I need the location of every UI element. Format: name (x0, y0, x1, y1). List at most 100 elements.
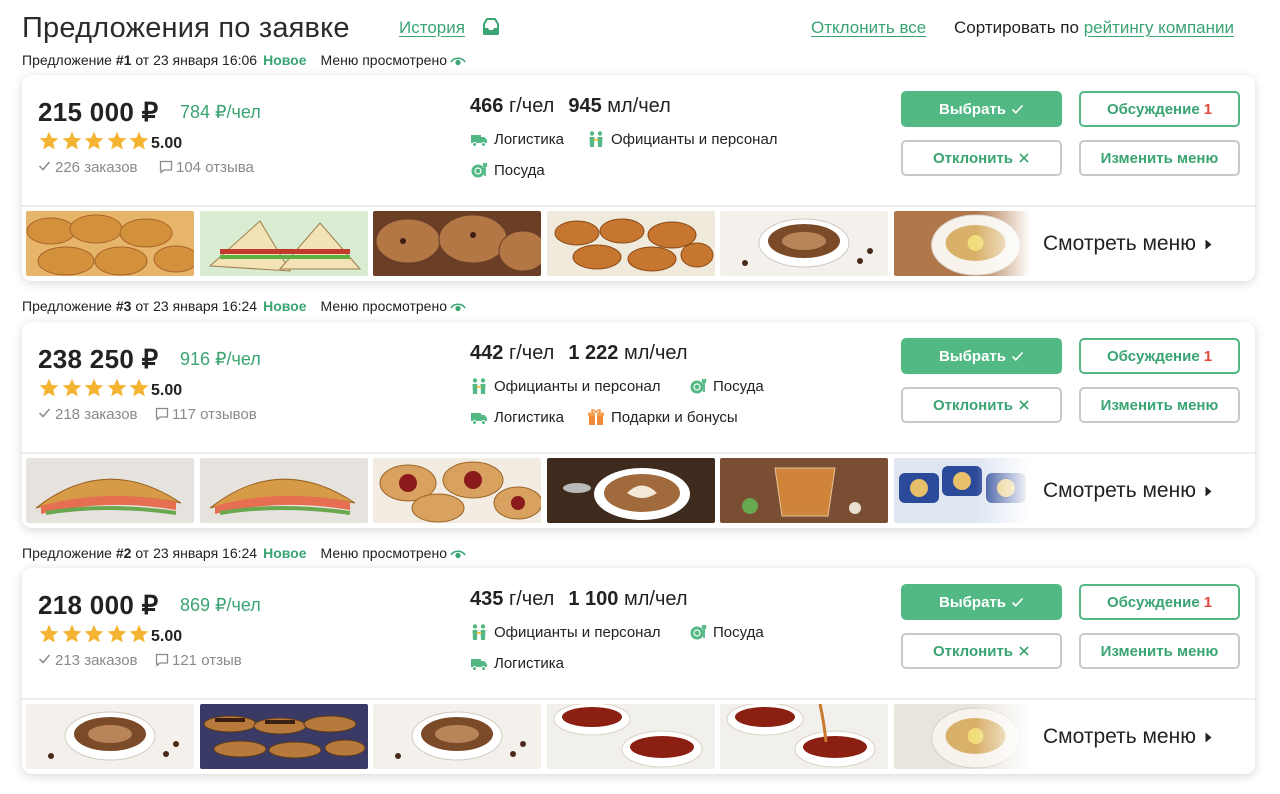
menu-photo-cappuccino[interactable] (26, 704, 194, 769)
reviews-link[interactable]: 117 отзывов (155, 406, 257, 423)
portion-info: 466 г/чел 945 мл/чел (470, 95, 671, 118)
menu-photo-latte-art[interactable] (546, 458, 715, 523)
volume-unit: мл/чел (623, 588, 688, 610)
volume-value: 945 (568, 95, 602, 117)
status-badge: Новое (263, 298, 307, 314)
truck-icon (471, 659, 487, 671)
star-icon (39, 131, 59, 150)
menu-photo-tea-glass[interactable] (720, 458, 888, 523)
history-link[interactable]: История (399, 18, 465, 38)
offer-number: #3 (115, 298, 132, 314)
reject-button[interactable]: Отклонить (901, 633, 1062, 669)
choose-button[interactable]: Выбрать (901, 91, 1062, 127)
menu-photo-cappuccino[interactable] (373, 704, 541, 769)
menu-photo-eclairs[interactable] (199, 704, 368, 769)
feature-item: Логистика (470, 408, 564, 428)
offer-summary: 238 250 ₽ 916 ₽/чел 5.00 218 заказов 117 отз… (22, 322, 1255, 452)
eye-icon (450, 550, 466, 559)
feature-label: Официанты и персонал (494, 624, 661, 641)
menu-viewed-label: Меню просмотрено (320, 298, 448, 314)
reject-label: Отклонить (932, 396, 1014, 414)
menu-photo-croissant-sandwich[interactable] (26, 458, 194, 523)
feature-label: Посуда (713, 378, 764, 395)
reject-button[interactable]: Отклонить (901, 140, 1062, 176)
menu-photo-club-sandwiches[interactable] (199, 211, 368, 276)
offer-meta: Предложение #3 от 23 января 16:24 Новое Ме… (22, 298, 466, 314)
change-menu-button[interactable]: Изменить меню (1079, 633, 1240, 669)
card-divider (22, 698, 1255, 700)
menu-photo-muffins[interactable] (373, 211, 541, 276)
star-icon (62, 624, 81, 643)
menu-photo-coffee-cup[interactable] (720, 211, 888, 276)
sort-dropdown-link[interactable]: рейтингу компании (1084, 18, 1234, 37)
menu-photo-chicken-croissant[interactable] (199, 458, 368, 523)
menu-photo-baked-pies[interactable] (546, 211, 715, 276)
reviews-label: 121 отзыв (172, 652, 242, 669)
feature-label: Посуда (713, 624, 764, 641)
star-icon (107, 131, 126, 150)
volume-value: 1 100 (568, 588, 619, 610)
menu-photo-tea-pouring[interactable] (720, 704, 888, 769)
total-price: 215 000 ₽ (38, 97, 159, 127)
feature-label: Подарки и бонусы (611, 409, 738, 426)
choose-label: Выбрать (939, 593, 1006, 611)
portion-info: 442 г/чел 1 222 мл/чел (470, 342, 688, 365)
see-menu-link[interactable]: Смотреть меню (1043, 232, 1213, 256)
star-icon (129, 378, 149, 397)
change-menu-button[interactable]: Изменить меню (1079, 387, 1240, 423)
choose-button[interactable]: Выбрать (901, 584, 1062, 620)
reviews-link[interactable]: 104 отзыва (159, 159, 254, 176)
page-title: Предложения по заявке (22, 12, 350, 44)
feature-label: Логистика (494, 131, 565, 148)
truck-icon (471, 135, 487, 147)
reject-label: Отклонить (932, 149, 1014, 167)
chevron-right-icon (1205, 732, 1212, 743)
choose-button[interactable]: Выбрать (901, 338, 1062, 374)
comment-icon (155, 407, 169, 421)
offer-date: от 23 января 16:06 (135, 52, 258, 68)
menu-photo-croissants[interactable] (26, 211, 194, 276)
feature-label: Посуда (494, 162, 545, 179)
menu-viewed-label: Меню просмотрено (320, 545, 448, 561)
change-menu-label: Изменить меню (1100, 396, 1219, 414)
discussion-label: Обсуждение (1106, 100, 1200, 118)
menu-photo-tea-cup-white[interactable] (893, 704, 1030, 769)
dishes-icon (690, 625, 707, 640)
feature-item: Официанты и персонал (470, 623, 661, 643)
see-menu-link[interactable]: Смотреть меню (1043, 725, 1213, 749)
star-icon (39, 624, 59, 643)
discussion-button[interactable]: Обсуждение 1 (1079, 584, 1240, 620)
eye-icon (450, 57, 466, 66)
change-menu-button[interactable]: Изменить меню (1079, 140, 1240, 176)
menu-photo-packaged-snacks[interactable] (893, 458, 1030, 523)
weight-unit: г/чел (508, 95, 555, 117)
orders-count: 213 заказов (38, 652, 138, 669)
inbox-icon[interactable] (480, 16, 502, 38)
menu-photos (26, 458, 1035, 523)
price-per-person: 784 ₽/чел (180, 102, 261, 122)
card-divider (22, 205, 1255, 207)
menu-photo-jam-pastries[interactable] (373, 458, 541, 523)
menu-photo-tea-cups[interactable] (546, 704, 715, 769)
see-menu-link[interactable]: Смотреть меню (1043, 479, 1213, 503)
reviews-link[interactable]: 121 отзыв (155, 652, 242, 669)
discussion-button[interactable]: Обсуждение 1 (1079, 338, 1240, 374)
discussion-count: 1 (1203, 593, 1213, 611)
feature-item: Посуда (689, 623, 764, 643)
menu-photo-tea-cup[interactable] (893, 211, 1030, 276)
discussion-count: 1 (1203, 347, 1213, 365)
offer-date: от 23 января 16:24 (135, 298, 258, 314)
offer-card: 238 250 ₽ 916 ₽/чел 5.00 218 заказов 117 отз… (22, 322, 1255, 528)
reject-button[interactable]: Отклонить (901, 387, 1062, 423)
discussion-button[interactable]: Обсуждение 1 (1079, 91, 1240, 127)
sort-control: Сортировать по рейтингу компании (954, 18, 1234, 38)
weight-value: 435 (470, 588, 504, 610)
check-icon (1011, 597, 1024, 607)
dishes-icon (690, 379, 707, 394)
rating-value: 5.00 (151, 628, 183, 645)
weight-value: 466 (470, 95, 504, 117)
feature-item: Посуда (689, 377, 764, 397)
reject-all-link[interactable]: Отклонить все (811, 18, 926, 38)
offer-summary: 215 000 ₽ 784 ₽/чел 5.00 226 заказов 104 отз… (22, 75, 1255, 205)
price-per-person: 916 ₽/чел (180, 349, 261, 369)
